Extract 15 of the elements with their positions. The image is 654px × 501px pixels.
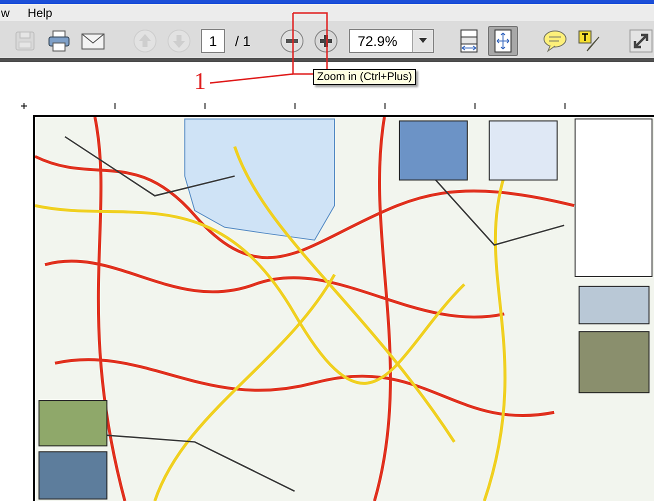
zoom-in-icon (314, 28, 338, 52)
zoom-out-icon (280, 28, 304, 52)
menu-item[interactable]: Help (26, 5, 54, 21)
save-icon (13, 28, 37, 52)
printer-icon (47, 28, 71, 52)
zoom-field[interactable]: 72.9% (348, 28, 434, 52)
caret-icon (418, 38, 427, 43)
text-pen-icon (576, 28, 601, 52)
speech-bubble-icon (542, 28, 567, 52)
tooltip: Zoom in (Ctrl+Plus) (313, 69, 416, 85)
fit-page-button[interactable] (488, 26, 518, 56)
callout-number: 1 (194, 69, 206, 95)
page-count: / 1 (235, 32, 251, 48)
page-number-field[interactable]: 1 (201, 28, 225, 52)
menu-item[interactable]: w (0, 5, 12, 21)
